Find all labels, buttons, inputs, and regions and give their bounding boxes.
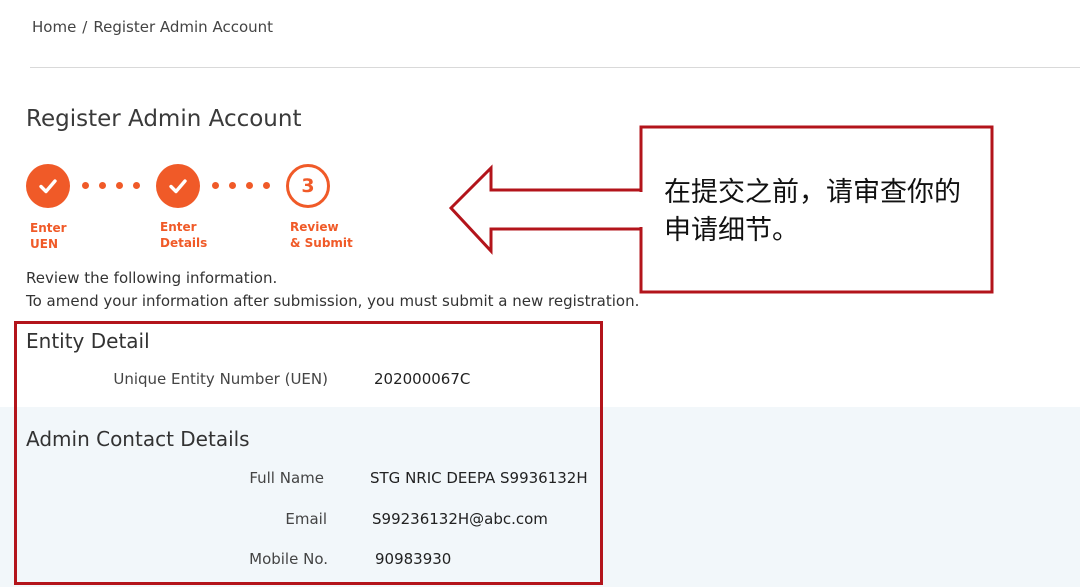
callout-arrow-icon [448,125,994,294]
callout-text: 在提交之前，请审查你的申请细节。 [664,177,961,246]
